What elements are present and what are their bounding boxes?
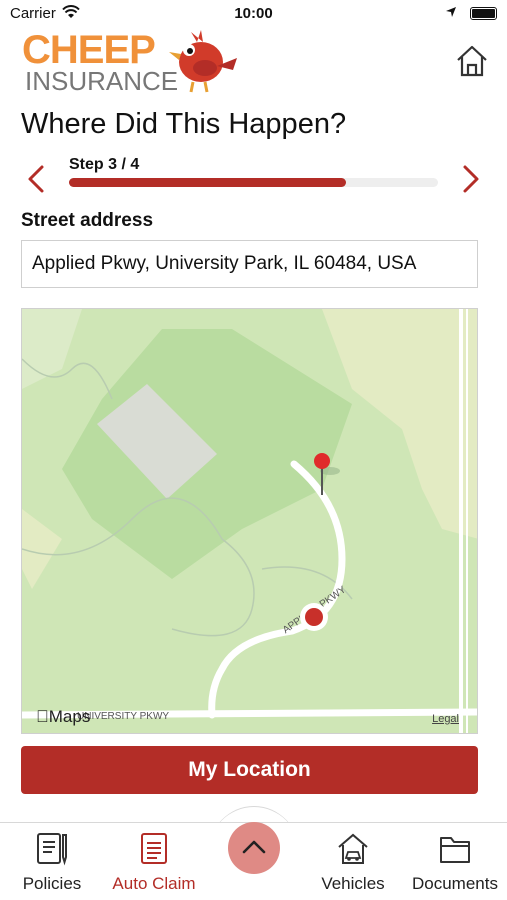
policies-icon (37, 833, 67, 866)
auto-claim-icon (141, 833, 167, 864)
bird-mascot-icon (169, 30, 237, 93)
map-view[interactable]: APPLIED PKWY UNIVERSITY PKWY Maps Legal (21, 308, 478, 734)
tab-auto-claim[interactable]: Auto Claim (104, 831, 204, 897)
expand-menu-button[interactable] (228, 822, 280, 874)
tab-vehicles[interactable]: Vehicles (303, 831, 403, 897)
status-bar: Carrier 10:00 (0, 0, 507, 28)
apple-maps-logo: Maps (36, 707, 90, 727)
battery-icon (470, 7, 497, 20)
tab-policies[interactable]: Policies (2, 831, 102, 897)
street-address-label: Street address (21, 210, 154, 231)
documents-icon (440, 837, 470, 863)
progress-fill (69, 178, 346, 187)
cheep-insurance-logo: CHEEP INSURANCE (22, 28, 252, 98)
step-progress: Step 3 / 4 (0, 152, 507, 202)
step-label: Step 3 / 4 (69, 156, 140, 173)
tab-documents-label: Documents (412, 874, 498, 893)
my-location-button[interactable]: My Location (21, 746, 478, 794)
map-pin-icon (314, 453, 330, 469)
maps-legal-link[interactable]: Legal (432, 713, 459, 725)
vehicles-icon (338, 833, 368, 864)
chevron-up-icon (242, 840, 266, 854)
tab-policies-label: Policies (22, 874, 82, 893)
location-arrow-icon (446, 7, 456, 17)
chevron-right-icon[interactable] (459, 164, 483, 194)
tab-auto-claim-label: Auto Claim (112, 874, 196, 893)
map-canvas[interactable]: APPLIED PKWY UNIVERSITY PKWY (22, 309, 478, 734)
chevron-left-icon[interactable] (24, 164, 48, 194)
progress-track (69, 178, 438, 187)
street-address-input[interactable] (21, 240, 478, 288)
tab-vehicles-label: Vehicles (321, 874, 385, 893)
logo-text-insurance: INSURANCE (25, 66, 179, 96)
clock: 10:00 (234, 5, 273, 22)
page-title: Where Did This Happen? (21, 108, 347, 140)
tab-documents[interactable]: Documents (405, 831, 505, 897)
road-label-university-pkwy: UNIVERSITY PKWY (77, 711, 169, 722)
maps-brand-label: Maps (36, 707, 91, 726)
home-icon[interactable] (455, 44, 489, 78)
